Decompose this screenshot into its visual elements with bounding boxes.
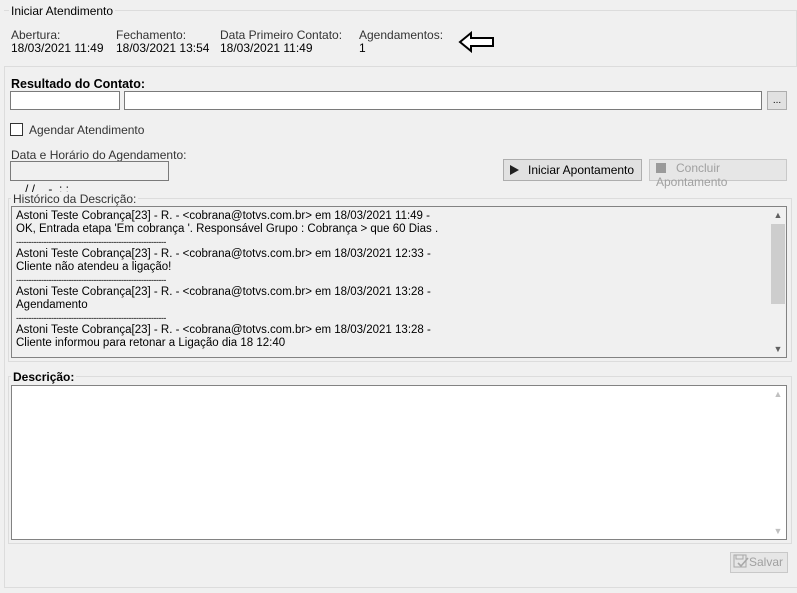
abertura-value: 18/03/2021 11:49 (11, 41, 104, 55)
stop-icon (656, 163, 666, 173)
scroll-down-icon[interactable]: ▼ (770, 341, 786, 357)
descricao-textarea[interactable]: ▲ ▼ (11, 385, 787, 540)
agendamento-datetime-label: Data e Horário do Agendamento: (11, 148, 187, 162)
resultado-lookup-button[interactable]: ... (767, 91, 787, 110)
historico-list[interactable]: Astoni Teste Cobrança[23] - R. - <cobran… (11, 206, 787, 358)
agendamento-datetime-input[interactable]: / / - : : (10, 161, 169, 196)
historico-content: Astoni Teste Cobrança[23] - R. - <cobran… (16, 210, 768, 350)
resultado-contato-label: Resultado do Contato: (11, 77, 146, 91)
scroll-up-icon[interactable]: ▲ (770, 386, 786, 402)
iniciar-apontamento-button[interactable]: Iniciar Apontamento (503, 159, 642, 181)
scroll-thumb[interactable] (771, 224, 785, 304)
historico-entry-header: Astoni Teste Cobrança[23] - R. - <cobran… (16, 248, 431, 260)
resultado-desc-input[interactable] (124, 91, 762, 110)
fechamento-value: 18/03/2021 13:54 (116, 41, 210, 55)
play-icon (510, 165, 519, 175)
agendar-atendimento-checkbox[interactable] (10, 123, 23, 136)
save-check-icon (733, 554, 749, 568)
fechamento-label: Fechamento: (116, 28, 187, 42)
historico-entry-text: OK, Entrada etapa 'Em cobrança '. Respon… (16, 223, 439, 235)
historico-entry-header: Astoni Teste Cobrança[23] - R. - <cobran… (16, 210, 430, 222)
agendamentos-label: Agendamentos: (359, 28, 444, 42)
iniciar-apontamento-label: Iniciar Apontamento (528, 163, 635, 177)
iniciar-atendimento-title: Iniciar Atendimento (9, 4, 116, 18)
historico-scrollbar[interactable]: ▲ ▼ (770, 207, 786, 357)
historico-entry-header: Astoni Teste Cobrança[23] - R. - <cobran… (16, 286, 431, 298)
historico-entry-text: Cliente não atendeu a ligação! (16, 261, 172, 273)
salvar-button[interactable]: Salvar (730, 552, 788, 573)
concluir-apontamento-button[interactable]: Concluir Apontamento (649, 159, 787, 189)
historico-entry-text: Agendamento (16, 299, 88, 311)
historico-separator: ----------------------------------------… (16, 313, 166, 323)
agendar-atendimento-label[interactable]: Agendar Atendimento (29, 123, 144, 137)
concluir-apontamento-label: Concluir Apontamento (656, 161, 728, 189)
agendamentos-value: 1 (359, 41, 366, 55)
historico-entry-text: Cliente informou para retonar a Ligação … (16, 337, 286, 349)
abertura-label: Abertura: (11, 28, 61, 42)
scroll-down-icon[interactable]: ▼ (770, 523, 786, 539)
descricao-label: Descrição: (11, 370, 77, 384)
scroll-up-icon[interactable]: ▲ (770, 207, 786, 223)
historico-label: Histórico da Descrição: (11, 192, 139, 206)
primeiro-contato-label: Data Primeiro Contato: (220, 28, 343, 42)
primeiro-contato-value: 18/03/2021 11:49 (220, 41, 313, 55)
historico-entry-header: Astoni Teste Cobrança[23] - R. - <cobran… (16, 324, 431, 336)
left-arrow-icon (458, 31, 494, 53)
descricao-scrollbar[interactable]: ▲ ▼ (770, 386, 786, 539)
historico-separator: ----------------------------------------… (16, 275, 166, 285)
resultado-code-input[interactable] (10, 91, 120, 110)
salvar-label: Salvar (749, 555, 784, 569)
historico-separator: ----------------------------------------… (16, 237, 166, 247)
